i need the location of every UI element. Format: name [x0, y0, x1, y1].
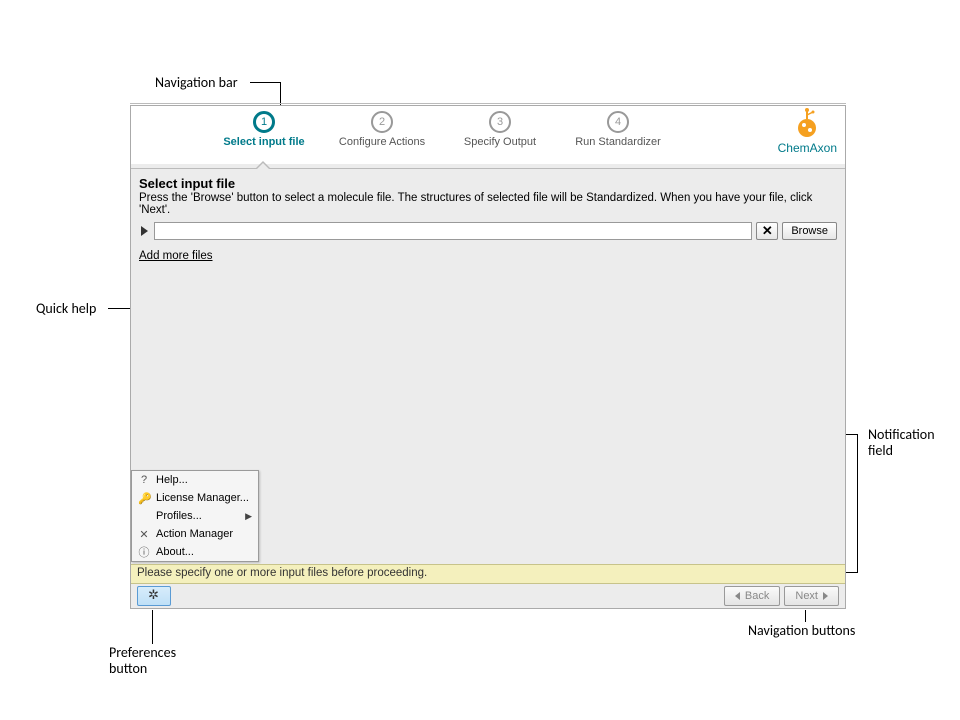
annotation-navigation-buttons: Navigation buttons: [748, 622, 855, 639]
step-number-1: 1: [253, 111, 275, 133]
step-select-input-file[interactable]: 1 Select input file: [219, 111, 309, 148]
step-configure-actions[interactable]: 2 Configure Actions: [337, 111, 427, 148]
key-icon: 🔑: [138, 492, 150, 505]
annotation-nav-bar: Navigation bar: [155, 74, 238, 91]
annotation-notification-field-l2: field: [868, 442, 893, 459]
add-more-files-link[interactable]: Add more files: [139, 250, 213, 262]
next-button-label: Next: [795, 590, 818, 602]
step-label-4: Run Standardizer: [575, 136, 661, 148]
annotation-preferences-button-l1: Preferences: [109, 644, 176, 661]
menu-item-about[interactable]: ⓘ About...: [132, 543, 258, 561]
annotation-preferences-button-l2: button: [109, 660, 147, 677]
tools-icon: ✕: [138, 528, 150, 541]
annotation-notification-field-l1: Notification: [868, 426, 935, 443]
notification-bar: Please specify one or more input files b…: [131, 564, 845, 584]
wizard-steps: 1 Select input file 2 Configure Actions …: [219, 111, 663, 148]
file-path-input[interactable]: [154, 222, 752, 240]
step-number-4: 4: [607, 111, 629, 133]
menu-item-license-manager[interactable]: 🔑 License Manager...: [132, 489, 258, 507]
menu-item-action-manager[interactable]: ✕ Action Manager: [132, 525, 258, 543]
submenu-arrow-icon: ▶: [245, 511, 252, 522]
clear-file-button[interactable]: ✕: [756, 222, 778, 240]
menu-item-about-label: About...: [156, 546, 194, 558]
info-icon: ⓘ: [138, 544, 150, 560]
preferences-button[interactable]: [137, 586, 171, 606]
notification-text: Please specify one or more input files b…: [137, 567, 427, 579]
next-button[interactable]: Next: [784, 586, 839, 606]
footer-bar: Back Next: [131, 584, 845, 608]
arrow-left-icon: [735, 592, 740, 600]
browse-button-label: Browse: [791, 225, 828, 237]
help-icon: ?: [138, 474, 150, 486]
back-button-label: Back: [745, 590, 769, 602]
app-window: 1 Select input file 2 Configure Actions …: [130, 105, 846, 609]
menu-item-license-manager-label: License Manager...: [156, 492, 249, 504]
menu-item-help-label: Help...: [156, 474, 188, 486]
step-specify-output[interactable]: 3 Specify Output: [455, 111, 545, 148]
close-icon: ✕: [762, 223, 773, 239]
file-input-row: ✕ Browse: [139, 222, 837, 240]
step-run-standardizer[interactable]: 4 Run Standardizer: [573, 111, 663, 148]
annotation-quick-help: Quick help: [36, 300, 96, 317]
expand-icon[interactable]: [141, 226, 148, 236]
browse-button[interactable]: Browse: [782, 222, 837, 240]
preferences-menu: ? Help... 🔑 License Manager... Profiles.…: [131, 470, 259, 562]
gear-icon: [148, 590, 160, 602]
page-instruction: Press the 'Browse' button to select a mo…: [139, 192, 837, 216]
chemaxon-logo: ChemAxon: [778, 108, 837, 155]
chemaxon-logo-icon: [793, 108, 821, 140]
arrow-right-icon: [823, 592, 828, 600]
step-label-3: Specify Output: [464, 136, 536, 148]
navigation-bar: 1 Select input file 2 Configure Actions …: [131, 106, 845, 164]
menu-item-profiles-label: Profiles...: [156, 510, 202, 522]
menu-item-profiles[interactable]: Profiles... ▶: [132, 507, 258, 525]
page-title: Select input file: [139, 176, 837, 191]
back-button[interactable]: Back: [724, 586, 780, 606]
menu-item-action-manager-label: Action Manager: [156, 528, 233, 540]
step-number-3: 3: [489, 111, 511, 133]
step-label-2: Configure Actions: [339, 136, 425, 148]
menu-item-help[interactable]: ? Help...: [132, 471, 258, 489]
chemaxon-logo-text: ChemAxon: [778, 141, 837, 155]
step-number-2: 2: [371, 111, 393, 133]
step-label-1: Select input file: [223, 136, 304, 148]
